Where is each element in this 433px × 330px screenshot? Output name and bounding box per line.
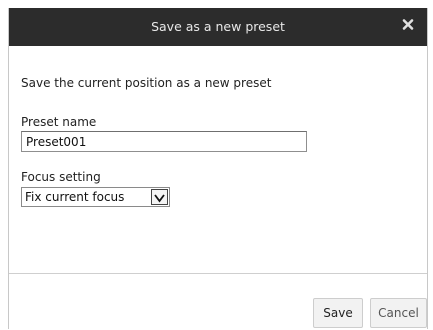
dropdown-button[interactable] [151, 189, 168, 205]
chevron-down-icon [154, 194, 165, 203]
save-button[interactable]: Save [313, 298, 363, 328]
focus-setting-select[interactable]: Fix current focus [21, 187, 170, 207]
focus-setting-value: Fix current focus [25, 190, 125, 204]
save-preset-dialog: Save as a new preset Save the current po… [8, 8, 428, 330]
dialog-footer: Save Cancel [9, 273, 427, 330]
close-icon [402, 19, 414, 30]
preset-name-input[interactable] [21, 131, 307, 152]
dialog-title: Save as a new preset [151, 19, 285, 34]
dialog-titlebar: Save as a new preset [9, 8, 427, 47]
cancel-button[interactable]: Cancel [370, 298, 427, 328]
preset-name-label: Preset name [21, 115, 97, 129]
dialog-body: Save the current position as a new prese… [9, 46, 427, 273]
dialog-description: Save the current position as a new prese… [21, 76, 272, 90]
focus-setting-label: Focus setting [21, 170, 101, 184]
close-button[interactable] [399, 16, 417, 34]
